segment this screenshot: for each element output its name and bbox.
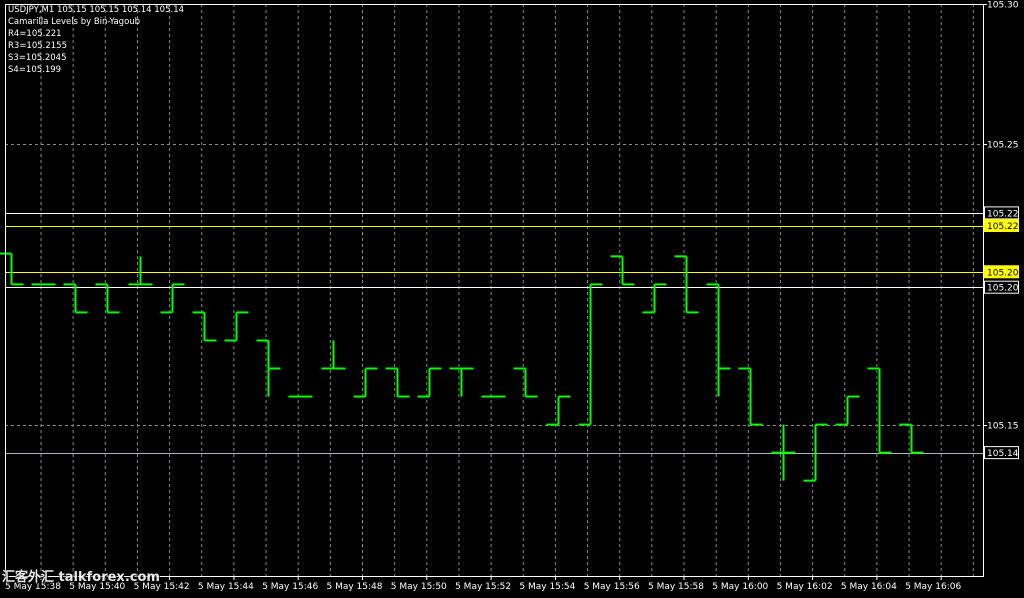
- ohlc-bar: [224, 311, 249, 342]
- price-level-badge-label: 105.22: [987, 209, 1019, 219]
- time-tick-label: 5 May 16:06: [905, 582, 961, 592]
- price-chart[interactable]: 105.30 105.25 105.15 105.22 105.22 105.20 105.…: [0, 0, 1024, 594]
- level-r3: R3=105.2155: [8, 41, 67, 51]
- time-tick-label: 5 May 15:54: [519, 582, 575, 592]
- time-tick-label: 5 May 15:44: [198, 582, 254, 592]
- ohlc-bar: [610, 255, 635, 286]
- ohlc-bar: [899, 423, 924, 454]
- price-level-badge-label: 105.20: [987, 284, 1019, 294]
- ohlc-bar: [385, 367, 410, 398]
- ohlc-bar: [256, 339, 281, 397]
- time-tick-label: 5 May 15:52: [455, 582, 511, 592]
- price-tick-label: 105.25: [987, 141, 1019, 151]
- ohlc-bar: [353, 367, 378, 398]
- price-level-badge: 105.14: [984, 446, 1019, 460]
- ohlc-bar: [128, 256, 153, 286]
- watermark: 汇客外汇 talkforex.com: [2, 570, 160, 585]
- chart-canvas[interactable]: 105.30 105.25 105.15 105.22 105.22 105.20 105.…: [0, 0, 1024, 594]
- ohlc-bar: [160, 283, 185, 314]
- time-tick-label: 5 May 16:02: [777, 582, 833, 592]
- level-lines-layer: [5, 213, 983, 454]
- ohlc-bar: [835, 395, 860, 426]
- level-s4: S4=105.199: [8, 65, 62, 75]
- ohlc-bar: [738, 367, 763, 426]
- ohlc-bar: [63, 283, 88, 314]
- ohlc-bar: [578, 283, 603, 426]
- price-level-badge: 105.20: [984, 280, 1019, 294]
- ohlc-bar: [192, 311, 217, 342]
- ohlc-bar: [449, 367, 474, 397]
- chart-border: [5, 4, 984, 577]
- price-level-badge: 105.22: [984, 206, 1019, 220]
- price-level-badge-label: 105.14: [987, 449, 1019, 459]
- price-level-badge-label: 105.20: [987, 268, 1019, 278]
- price-tick-label: 105.30: [987, 1, 1019, 11]
- ohlc-bar: [642, 283, 667, 314]
- ohlc-bar: [546, 395, 571, 426]
- price-level-badge: 105.20: [984, 265, 1019, 279]
- level-s3: S3=105.2045: [8, 53, 67, 63]
- ohlc-bar: [0, 252, 24, 286]
- ohlc-bar: [513, 367, 538, 398]
- level-r4: R4=105.221: [8, 29, 62, 39]
- time-tick-label: 5 May 15:58: [648, 582, 704, 592]
- indicator-name: Camarilla Levels by Bin-Yagoub: [8, 17, 141, 27]
- ohlc-bar: [417, 367, 442, 398]
- ohlc-bar: [771, 424, 796, 481]
- ohlc-bar: [95, 283, 120, 314]
- chart-frame-layer: [5, 4, 984, 577]
- price-level-badge: 105.22: [984, 219, 1019, 233]
- time-tick-label: 5 May 15:50: [391, 582, 447, 592]
- time-tick-label: 5 May 15:56: [584, 582, 640, 592]
- time-tick-label: 5 May 15:48: [327, 582, 383, 592]
- ohlc-bar: [867, 367, 892, 454]
- price-level-badge-label: 105.22: [987, 222, 1019, 232]
- time-tick-label: 5 May 15:46: [262, 582, 318, 592]
- ohlc-bar: [803, 423, 828, 482]
- chart-info-panel: USDJPY,M1 105.15 105.15 105.14 105.14 Ca…: [8, 4, 184, 76]
- time-tick-label: 5 May 16:04: [841, 582, 897, 592]
- ohlc-bar: [706, 283, 731, 397]
- time-tick-label: 5 May 16:00: [712, 582, 768, 592]
- ohlc-bar: [321, 340, 346, 370]
- ohlc-bar: [674, 255, 699, 314]
- symbol-line: USDJPY,M1 105.15 105.15 105.14 105.14: [8, 5, 185, 15]
- grid-layer: [5, 4, 983, 576]
- price-axis: 105.30 105.25 105.15 105.22 105.22 105.20 105.…: [983, 1, 1019, 460]
- price-tick-label: 105.15: [987, 422, 1019, 432]
